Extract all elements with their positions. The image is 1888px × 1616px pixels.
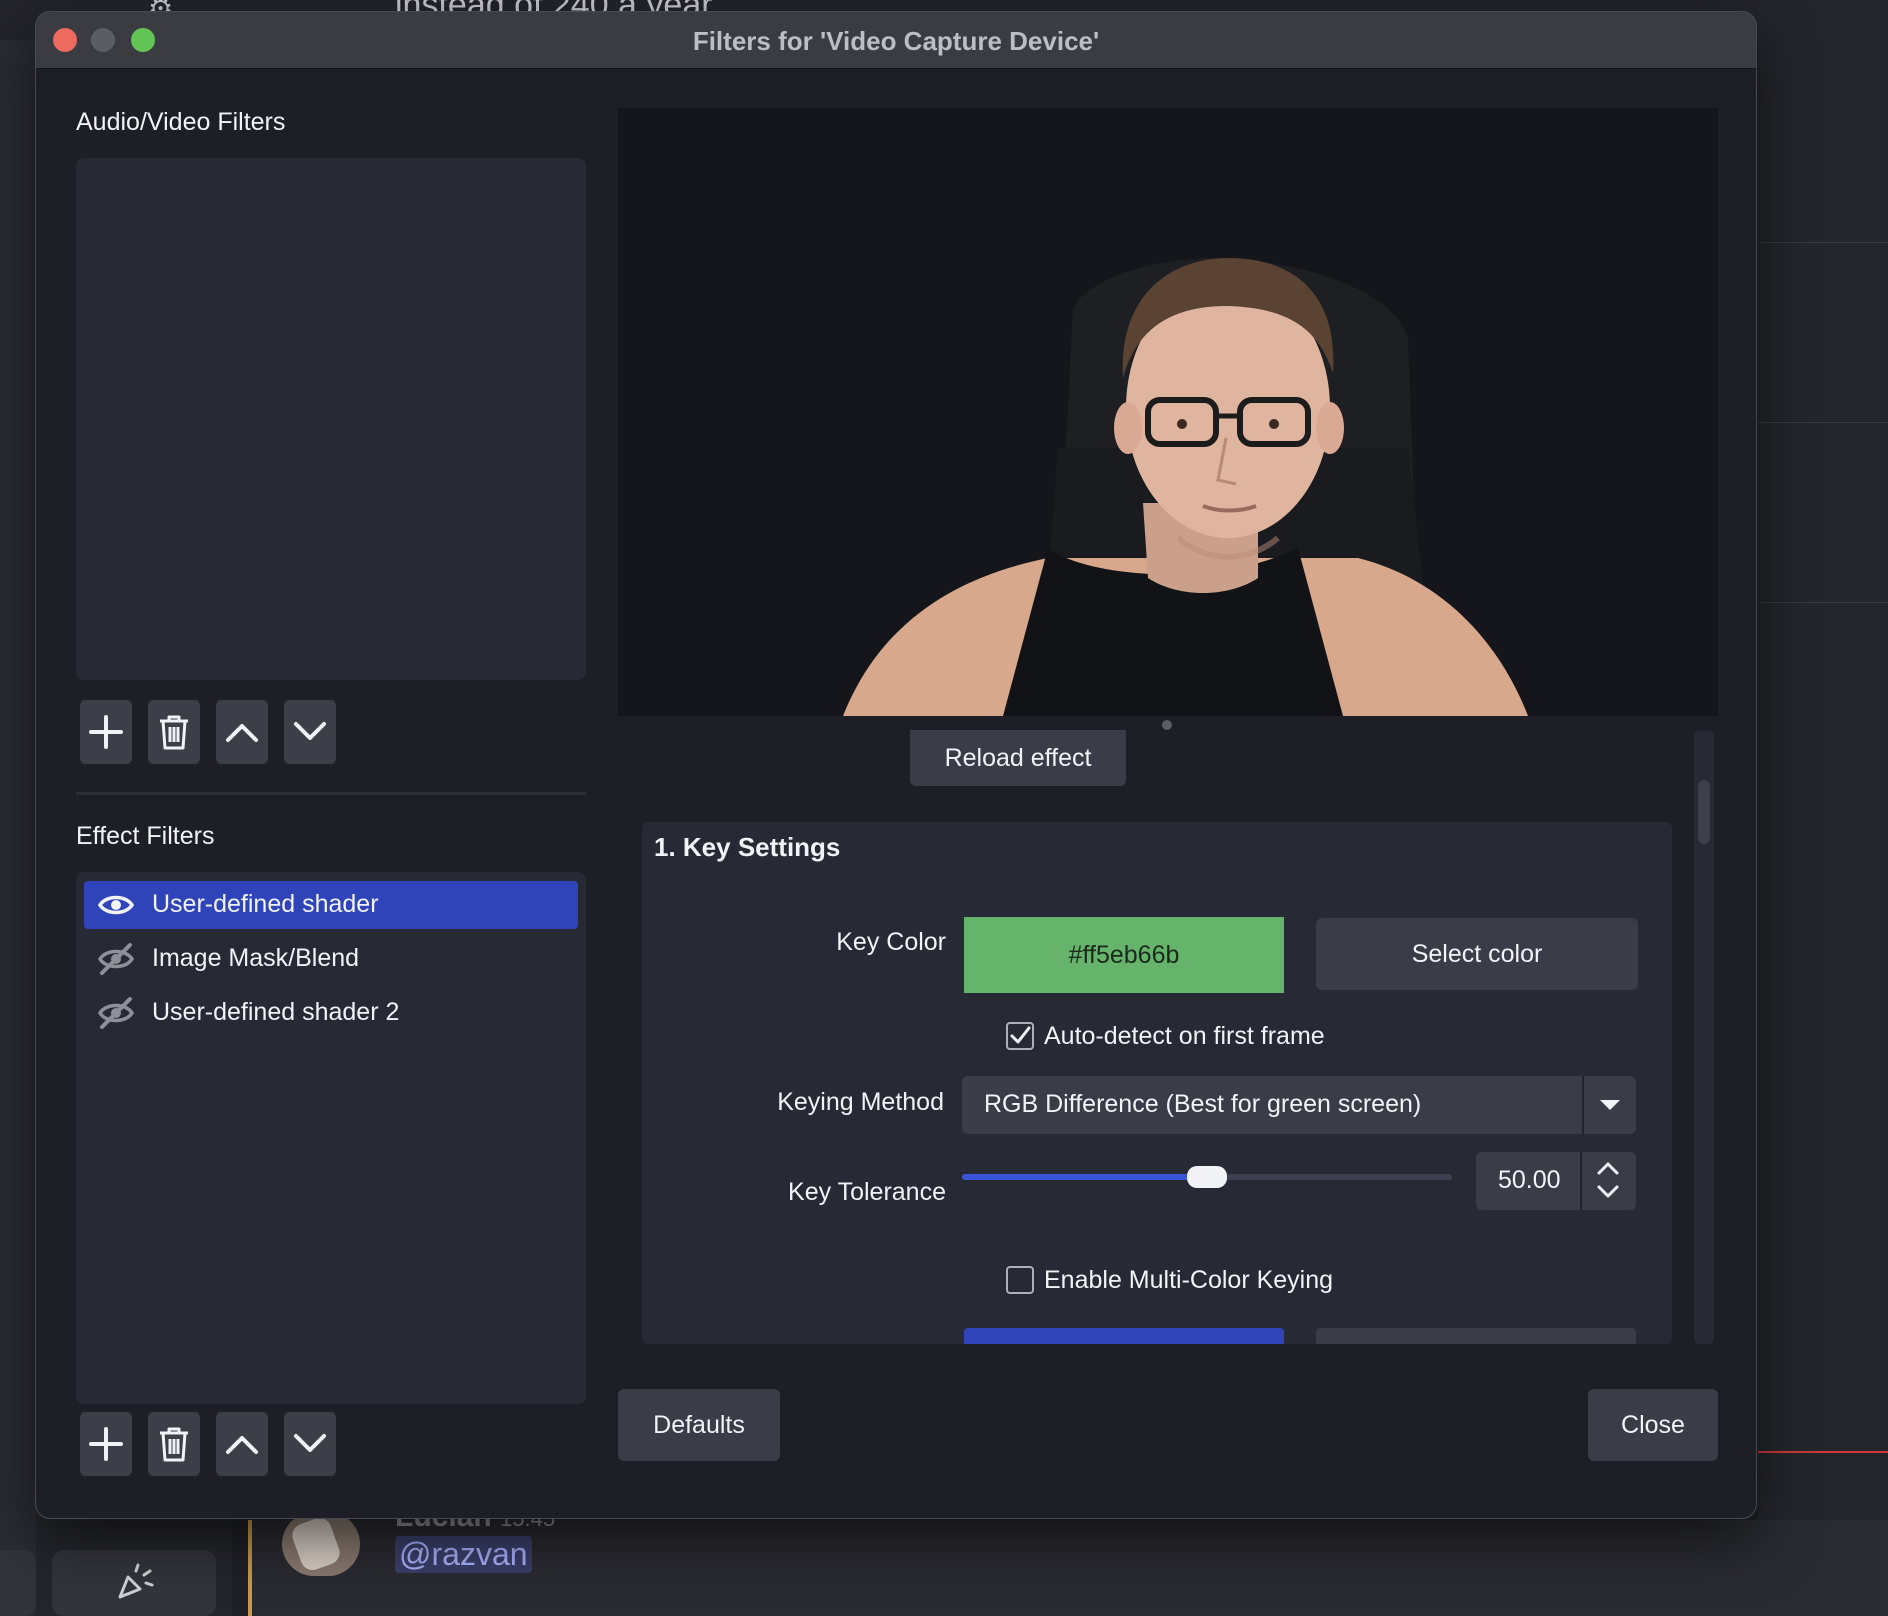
move-effect-filter-down-button[interactable] [284,1412,336,1476]
effect-filter-item[interactable]: User-defined shader 2 [84,989,578,1037]
splitter-handle[interactable] [1162,720,1172,730]
chevron-up-icon [226,1436,258,1454]
key-tolerance-spinbox[interactable]: 50.00 [1476,1152,1636,1210]
title-bar[interactable]: Filters for 'Video Capture Device' [36,12,1756,69]
effect-filter-label: User-defined shader 2 [152,998,400,1026]
plus-icon [89,715,123,749]
filters-dialog: Filters for 'Video Capture Device' Audio… [36,12,1756,1518]
slider-handle[interactable] [1187,1166,1227,1188]
move-effect-filter-up-button[interactable] [216,1412,268,1476]
close-button[interactable]: Close [1588,1389,1718,1461]
keying-method-select[interactable]: RGB Difference (Best for green screen) [962,1076,1636,1134]
chevron-down-icon [294,1434,326,1452]
checkmark-icon [1010,1026,1031,1044]
eye-slash-icon[interactable] [98,997,134,1029]
background-new-messages-line [1758,1451,1888,1453]
partially-visible-swatch [964,1328,1284,1344]
reload-effect-button[interactable]: Reload effect [910,730,1126,786]
move-av-filter-down-button[interactable] [284,700,336,764]
background-divider [1758,242,1888,243]
spin-down-icon[interactable] [1596,1184,1620,1200]
party-popper-icon [118,1563,154,1599]
key-tolerance-label: Key Tolerance [788,1178,946,1206]
auto-detect-label[interactable]: Auto-detect on first frame [1044,1022,1325,1051]
remove-av-filter-button[interactable] [148,700,200,764]
trash-icon [160,1427,188,1462]
chevron-up-icon [226,724,258,742]
multi-color-label[interactable]: Enable Multi-Color Keying [1044,1266,1333,1295]
key-color-swatch: #ff5eb66b [964,917,1284,993]
eye-icon[interactable] [98,889,134,921]
chevron-down-icon [294,722,326,740]
audio-video-filters-list[interactable] [76,158,586,680]
slider-fill [962,1174,1207,1180]
select-separator [1582,1076,1584,1134]
effect-filters-label: Effect Filters [76,822,215,850]
spinbox-separator [1580,1152,1582,1210]
select-color-button[interactable]: Select color [1316,918,1638,990]
spin-up-icon[interactable] [1596,1160,1620,1176]
sidebar-divider [76,792,586,795]
partially-visible-button[interactable] [1316,1328,1636,1344]
properties-scrollbar-thumb[interactable] [1698,780,1710,844]
window-title: Filters for 'Video Capture Device' [692,26,1100,56]
remove-effect-filter-button[interactable] [148,1412,200,1476]
background-server-rail [0,0,36,1616]
background-divider [1758,422,1888,423]
effect-filter-label: User-defined shader [152,890,379,918]
key-tolerance-value[interactable]: 50.00 [1498,1166,1561,1195]
effect-filter-label: Image Mask/Blend [152,944,360,972]
background-party-button[interactable] [52,1550,216,1616]
background-avatar[interactable] [282,1512,360,1576]
properties-panel: 1. Key Settings Key Color #ff5eb66b Sele… [642,822,1672,1344]
webcam-person-image [618,108,1718,716]
move-av-filter-up-button[interactable] [216,700,268,764]
dropdown-arrow-icon [1600,1100,1620,1110]
add-av-filter-button[interactable] [80,700,132,764]
effect-filter-item[interactable]: User-defined shader [84,881,578,929]
keying-method-label: Keying Method [777,1088,944,1116]
background-chat-accent [248,1520,252,1616]
background-chat-mention[interactable]: @razvan [395,1536,532,1573]
effect-filter-item[interactable]: Image Mask/Blend [84,935,578,983]
defaults-button[interactable]: Defaults [618,1389,780,1461]
audio-video-filters-label: Audio/Video Filters [76,108,286,136]
video-preview [618,108,1718,716]
background-button[interactable] [0,1550,36,1616]
add-effect-filter-button[interactable] [80,1412,132,1476]
background-divider [1758,602,1888,603]
keying-method-value: RGB Difference (Best for green screen) [984,1090,1422,1118]
key-color-label: Key Color [836,928,946,956]
trash-icon [160,715,188,750]
auto-detect-checkbox[interactable] [1006,1022,1034,1050]
plus-icon [89,1427,123,1461]
key-tolerance-slider[interactable] [962,1166,1452,1188]
key-settings-heading: 1. Key Settings [654,832,841,862]
eye-slash-icon[interactable] [98,943,134,975]
multi-color-checkbox[interactable] [1006,1266,1034,1294]
